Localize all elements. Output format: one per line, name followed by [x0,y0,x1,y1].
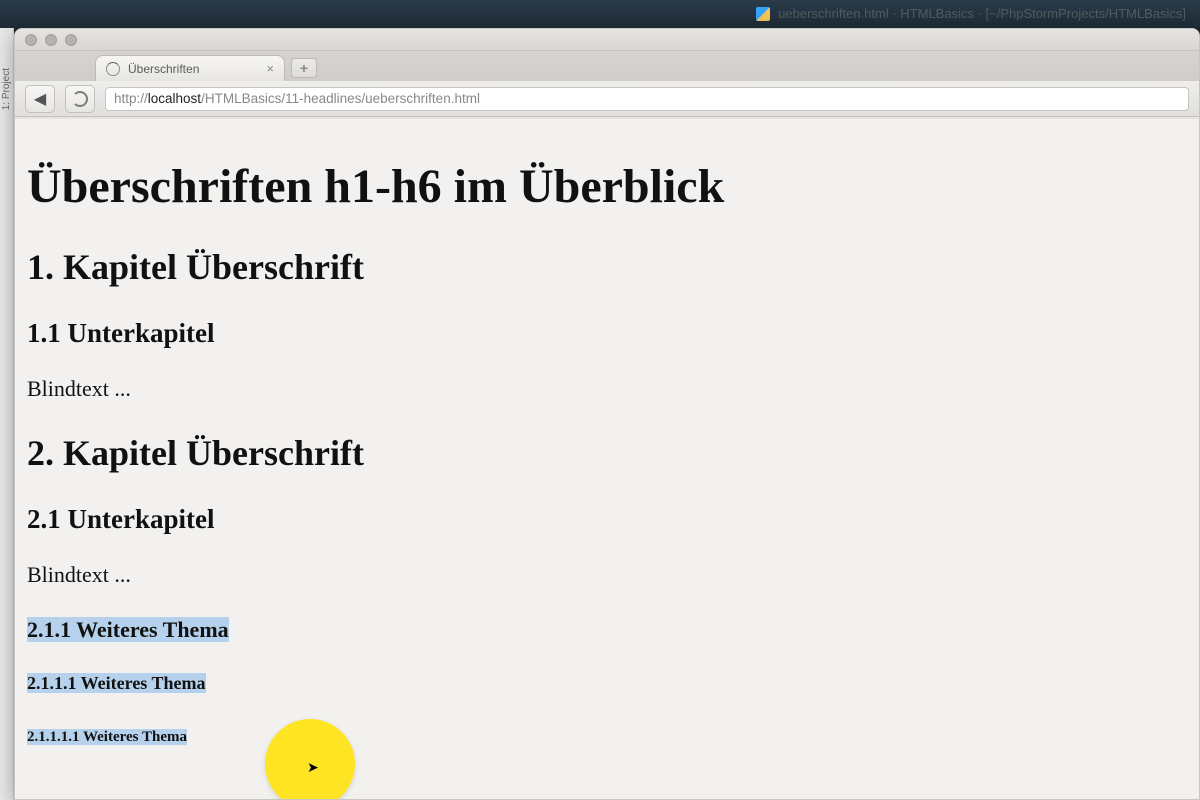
heading-subchapter-2-1: 2.1 Unterkapitel [27,504,1187,535]
heading-topic-2-1-1: 2.1.1 Weiteres Thema [27,617,1187,643]
ide-app-icon [756,7,770,21]
back-button[interactable]: ◀ [25,85,55,113]
page-heading-h1: Überschriften h1-h6 im Überblick [27,159,1187,214]
tab-close-icon[interactable]: × [266,62,274,75]
reload-button[interactable] [65,85,95,113]
heading-subchapter-1-1: 1.1 Unterkapitel [27,318,1187,349]
heading-topic-2-1-1-1-1: 2.1.1.1.1 Weiteres Thema [27,729,1187,746]
ide-window-title: ueberschriften.html · HTMLBasics · [~/Ph… [778,6,1186,21]
close-icon[interactable] [25,34,37,46]
paragraph-2: Blindtext ... [27,562,1187,588]
navigation-toolbar: ◀ http://localhost/HTMLBasics/11-headlin… [15,81,1199,117]
minimize-icon[interactable] [45,34,57,46]
window-titlebar [15,29,1199,51]
heading-chapter-1: 1. Kapitel Überschrift [27,246,1187,288]
selected-text: 2.1.1.1 Weiteres Thema [27,673,206,693]
browser-tab[interactable]: Überschriften × [95,55,285,81]
reload-icon [72,91,88,107]
url-host: localhost [148,91,201,106]
selected-text: 2.1.1 Weiteres Thema [27,617,229,642]
tab-strip: Überschriften × + [15,51,1199,81]
url-path: /HTMLBasics/11-headlines/ueberschriften.… [201,91,480,106]
tab-title: Überschriften [128,62,199,76]
background-ide-titlebar: ueberschriften.html · HTMLBasics · [~/Ph… [0,0,1200,28]
ide-project-toolwindow-label[interactable]: 1: Project [1,68,12,110]
selected-text: 2.1.1.1.1 Weiteres Thema [27,729,187,745]
url-scheme: http:// [114,91,148,106]
loading-favicon-icon [106,62,120,76]
heading-chapter-2: 2. Kapitel Überschrift [27,432,1187,474]
plus-icon: + [300,60,308,76]
page-viewport[interactable]: Überschriften h1-h6 im Überblick 1. Kapi… [15,119,1199,799]
paragraph-1: Blindtext ... [27,376,1187,402]
new-tab-button[interactable]: + [291,58,317,78]
zoom-icon[interactable] [65,34,77,46]
back-arrow-icon: ◀ [34,89,46,109]
browser-window: Überschriften × + ◀ http://localhost/HTM… [14,28,1200,800]
mouse-cursor-icon: ➤ [307,759,319,776]
address-bar[interactable]: http://localhost/HTMLBasics/11-headlines… [105,87,1189,111]
heading-topic-2-1-1-1: 2.1.1.1 Weiteres Thema [27,673,1187,694]
ide-left-gutter: 1: Project [0,28,14,800]
